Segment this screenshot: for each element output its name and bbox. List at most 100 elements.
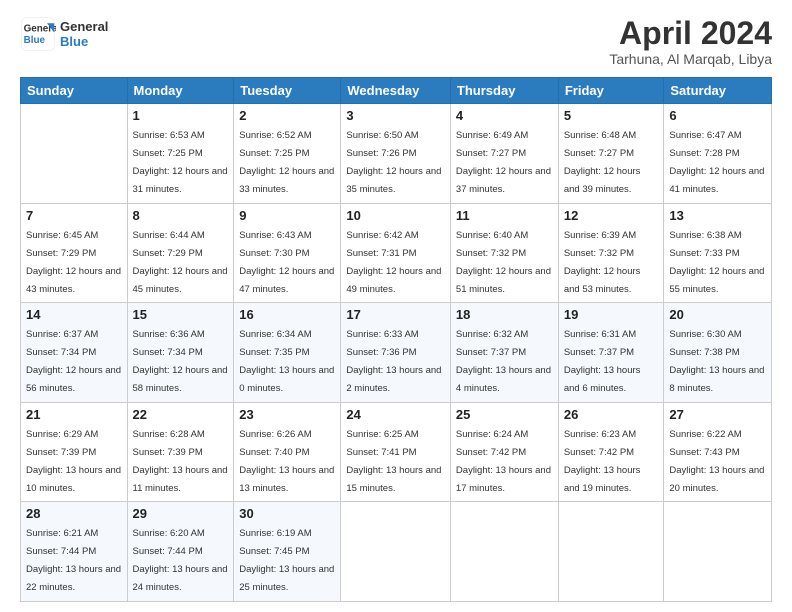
- cell-w4-d5: 26 Sunrise: 6:23 AMSunset: 7:42 PMDaylig…: [558, 402, 664, 502]
- day-info: Sunrise: 6:48 AMSunset: 7:27 PMDaylight:…: [564, 130, 641, 195]
- col-tuesday: Tuesday: [234, 78, 341, 104]
- logo: General Blue General Blue: [20, 16, 108, 52]
- logo-icon: General Blue: [20, 16, 56, 52]
- cell-w2-d2: 9 Sunrise: 6:43 AMSunset: 7:30 PMDayligh…: [234, 203, 341, 303]
- day-info: Sunrise: 6:21 AMSunset: 7:44 PMDaylight:…: [26, 528, 121, 593]
- day-info: Sunrise: 6:26 AMSunset: 7:40 PMDaylight:…: [239, 429, 334, 494]
- day-number: 15: [133, 307, 229, 322]
- day-info: Sunrise: 6:24 AMSunset: 7:42 PMDaylight:…: [456, 429, 551, 494]
- day-number: 27: [669, 407, 766, 422]
- day-info: Sunrise: 6:37 AMSunset: 7:34 PMDaylight:…: [26, 329, 121, 394]
- day-info: Sunrise: 6:44 AMSunset: 7:29 PMDaylight:…: [133, 230, 228, 295]
- cell-w2-d5: 12 Sunrise: 6:39 AMSunset: 7:32 PMDaylig…: [558, 203, 664, 303]
- cell-w5-d6: [664, 502, 772, 602]
- day-number: 8: [133, 208, 229, 223]
- day-info: Sunrise: 6:22 AMSunset: 7:43 PMDaylight:…: [669, 429, 764, 494]
- col-thursday: Thursday: [450, 78, 558, 104]
- calendar-header-row: Sunday Monday Tuesday Wednesday Thursday…: [21, 78, 772, 104]
- cell-w3-d0: 14 Sunrise: 6:37 AMSunset: 7:34 PMDaylig…: [21, 303, 128, 403]
- cell-w1-d0: [21, 104, 128, 204]
- day-info: Sunrise: 6:32 AMSunset: 7:37 PMDaylight:…: [456, 329, 551, 394]
- day-info: Sunrise: 6:52 AMSunset: 7:25 PMDaylight:…: [239, 130, 334, 195]
- col-friday: Friday: [558, 78, 664, 104]
- day-info: Sunrise: 6:19 AMSunset: 7:45 PMDaylight:…: [239, 528, 334, 593]
- cell-w4-d4: 25 Sunrise: 6:24 AMSunset: 7:42 PMDaylig…: [450, 402, 558, 502]
- day-number: 22: [133, 407, 229, 422]
- day-number: 25: [456, 407, 553, 422]
- header: General Blue General Blue April 2024 Tar…: [20, 16, 772, 67]
- cell-w5-d5: [558, 502, 664, 602]
- cell-w2-d0: 7 Sunrise: 6:45 AMSunset: 7:29 PMDayligh…: [21, 203, 128, 303]
- cell-w4-d0: 21 Sunrise: 6:29 AMSunset: 7:39 PMDaylig…: [21, 402, 128, 502]
- day-number: 26: [564, 407, 659, 422]
- day-info: Sunrise: 6:31 AMSunset: 7:37 PMDaylight:…: [564, 329, 641, 394]
- col-saturday: Saturday: [664, 78, 772, 104]
- cell-w5-d3: [341, 502, 451, 602]
- month-title: April 2024: [609, 16, 772, 51]
- cell-w3-d3: 17 Sunrise: 6:33 AMSunset: 7:36 PMDaylig…: [341, 303, 451, 403]
- cell-w1-d3: 3 Sunrise: 6:50 AMSunset: 7:26 PMDayligh…: [341, 104, 451, 204]
- day-info: Sunrise: 6:50 AMSunset: 7:26 PMDaylight:…: [346, 130, 441, 195]
- day-info: Sunrise: 6:49 AMSunset: 7:27 PMDaylight:…: [456, 130, 551, 195]
- day-number: 6: [669, 108, 766, 123]
- day-number: 12: [564, 208, 659, 223]
- location: Tarhuna, Al Marqab, Libya: [609, 51, 772, 67]
- cell-w3-d5: 19 Sunrise: 6:31 AMSunset: 7:37 PMDaylig…: [558, 303, 664, 403]
- cell-w1-d1: 1 Sunrise: 6:53 AMSunset: 7:25 PMDayligh…: [127, 104, 234, 204]
- logo-text: General Blue: [60, 19, 108, 49]
- cell-w1-d5: 5 Sunrise: 6:48 AMSunset: 7:27 PMDayligh…: [558, 104, 664, 204]
- day-number: 13: [669, 208, 766, 223]
- day-number: 28: [26, 506, 122, 521]
- day-info: Sunrise: 6:28 AMSunset: 7:39 PMDaylight:…: [133, 429, 228, 494]
- cell-w1-d4: 4 Sunrise: 6:49 AMSunset: 7:27 PMDayligh…: [450, 104, 558, 204]
- calendar: Sunday Monday Tuesday Wednesday Thursday…: [20, 77, 772, 602]
- day-info: Sunrise: 6:34 AMSunset: 7:35 PMDaylight:…: [239, 329, 334, 394]
- day-number: 14: [26, 307, 122, 322]
- cell-w1-d6: 6 Sunrise: 6:47 AMSunset: 7:28 PMDayligh…: [664, 104, 772, 204]
- day-number: 4: [456, 108, 553, 123]
- week-row-4: 21 Sunrise: 6:29 AMSunset: 7:39 PMDaylig…: [21, 402, 772, 502]
- cell-w3-d4: 18 Sunrise: 6:32 AMSunset: 7:37 PMDaylig…: [450, 303, 558, 403]
- week-row-5: 28 Sunrise: 6:21 AMSunset: 7:44 PMDaylig…: [21, 502, 772, 602]
- day-info: Sunrise: 6:38 AMSunset: 7:33 PMDaylight:…: [669, 230, 764, 295]
- week-row-2: 7 Sunrise: 6:45 AMSunset: 7:29 PMDayligh…: [21, 203, 772, 303]
- day-number: 11: [456, 208, 553, 223]
- cell-w1-d2: 2 Sunrise: 6:52 AMSunset: 7:25 PMDayligh…: [234, 104, 341, 204]
- day-number: 21: [26, 407, 122, 422]
- day-number: 5: [564, 108, 659, 123]
- cell-w2-d1: 8 Sunrise: 6:44 AMSunset: 7:29 PMDayligh…: [127, 203, 234, 303]
- day-number: 3: [346, 108, 445, 123]
- day-number: 30: [239, 506, 335, 521]
- week-row-1: 1 Sunrise: 6:53 AMSunset: 7:25 PMDayligh…: [21, 104, 772, 204]
- day-number: 7: [26, 208, 122, 223]
- cell-w3-d1: 15 Sunrise: 6:36 AMSunset: 7:34 PMDaylig…: [127, 303, 234, 403]
- day-number: 18: [456, 307, 553, 322]
- day-number: 29: [133, 506, 229, 521]
- day-info: Sunrise: 6:47 AMSunset: 7:28 PMDaylight:…: [669, 130, 764, 195]
- day-info: Sunrise: 6:53 AMSunset: 7:25 PMDaylight:…: [133, 130, 228, 195]
- day-number: 2: [239, 108, 335, 123]
- day-info: Sunrise: 6:30 AMSunset: 7:38 PMDaylight:…: [669, 329, 764, 394]
- cell-w3-d6: 20 Sunrise: 6:30 AMSunset: 7:38 PMDaylig…: [664, 303, 772, 403]
- day-number: 24: [346, 407, 445, 422]
- day-info: Sunrise: 6:33 AMSunset: 7:36 PMDaylight:…: [346, 329, 441, 394]
- page: General Blue General Blue April 2024 Tar…: [0, 0, 792, 612]
- day-number: 1: [133, 108, 229, 123]
- day-info: Sunrise: 6:23 AMSunset: 7:42 PMDaylight:…: [564, 429, 641, 494]
- day-info: Sunrise: 6:43 AMSunset: 7:30 PMDaylight:…: [239, 230, 334, 295]
- cell-w4-d6: 27 Sunrise: 6:22 AMSunset: 7:43 PMDaylig…: [664, 402, 772, 502]
- day-number: 20: [669, 307, 766, 322]
- cell-w5-d2: 30 Sunrise: 6:19 AMSunset: 7:45 PMDaylig…: [234, 502, 341, 602]
- day-number: 19: [564, 307, 659, 322]
- title-section: April 2024 Tarhuna, Al Marqab, Libya: [609, 16, 772, 67]
- day-info: Sunrise: 6:45 AMSunset: 7:29 PMDaylight:…: [26, 230, 121, 295]
- cell-w2-d3: 10 Sunrise: 6:42 AMSunset: 7:31 PMDaylig…: [341, 203, 451, 303]
- col-wednesday: Wednesday: [341, 78, 451, 104]
- cell-w2-d6: 13 Sunrise: 6:38 AMSunset: 7:33 PMDaylig…: [664, 203, 772, 303]
- day-number: 10: [346, 208, 445, 223]
- cell-w5-d4: [450, 502, 558, 602]
- day-info: Sunrise: 6:42 AMSunset: 7:31 PMDaylight:…: [346, 230, 441, 295]
- day-info: Sunrise: 6:39 AMSunset: 7:32 PMDaylight:…: [564, 230, 641, 295]
- cell-w4-d2: 23 Sunrise: 6:26 AMSunset: 7:40 PMDaylig…: [234, 402, 341, 502]
- cell-w2-d4: 11 Sunrise: 6:40 AMSunset: 7:32 PMDaylig…: [450, 203, 558, 303]
